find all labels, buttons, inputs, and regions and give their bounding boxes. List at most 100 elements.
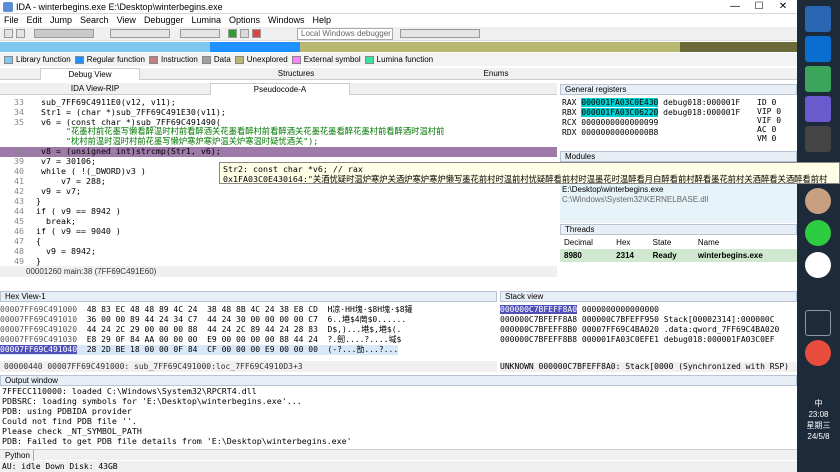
taskbar: 中 23:08 星期三 24/5/8 (797, 0, 840, 472)
flag-row[interactable]: VM 0 (757, 134, 776, 144)
taskbar-app-icon[interactable] (805, 36, 831, 62)
register-row[interactable]: RDX 00000000000000B8 (562, 128, 663, 138)
legend-item: External symbol (291, 55, 361, 64)
register-row[interactable]: RCX 0000000000000099 (562, 118, 663, 128)
toolbar: Local Windows debugger (0, 27, 797, 41)
back-forward-icons[interactable] (34, 29, 94, 38)
navigation-band[interactable] (0, 42, 797, 52)
tray-icon[interactable] (805, 310, 831, 336)
register-row[interactable]: RBX 000001FA03C06220 debug018:000001F (562, 108, 740, 118)
module-item[interactable]: C:\Windows\System32\KERNELBASE.dll (562, 195, 708, 205)
hex-row[interactable]: 00007FF69C491030 E8 29 0F 84 AA 00 00 00… (0, 335, 401, 345)
hover-tooltip: Str2: const char *v6; // rax 0x1FA03C0E4… (219, 162, 840, 184)
clock-time: 23:08 (808, 410, 829, 419)
clock-date: 24/5/8 (807, 432, 830, 441)
output-window[interactable]: 7FFECC110000: loaded C:\Windows\System32… (0, 387, 797, 448)
tab-debug-view[interactable]: Debug View (40, 68, 140, 80)
play-icon[interactable] (228, 29, 237, 38)
hex-row-current[interactable]: 00007FF69C491040 28 2D BE 18 00 00 0F 84… (0, 345, 399, 355)
clock-day: 星期三 (806, 421, 831, 430)
python-input-row[interactable]: Python (0, 449, 797, 461)
menu-lumina[interactable]: Lumina (187, 14, 225, 27)
threads-col-hex[interactable]: Hex (612, 236, 648, 249)
tab-structures[interactable]: Structures (246, 68, 346, 80)
threads-panel[interactable]: Decimal Hex State Name 8980 2314 Ready w… (560, 236, 797, 286)
hex-row[interactable]: 00007FF69C491020 44 24 2C 29 00 00 00 88… (0, 325, 401, 335)
registers-header[interactable]: General registers (560, 84, 797, 95)
threads-header[interactable]: Threads (560, 224, 797, 235)
clock[interactable]: 中 23:08 星期三 24/5/8 (797, 398, 840, 442)
search-tools-icons[interactable] (110, 29, 170, 38)
threads-col-decimal[interactable]: Decimal (560, 236, 612, 249)
stack-status: UNKNOWN 000000C7BFEFF8A0: Stack[0000 (Sy… (500, 362, 797, 372)
taskbar-app-icon[interactable] (805, 6, 831, 32)
view-tools-icons[interactable] (180, 29, 220, 38)
taskbar-app-icon[interactable] (805, 126, 831, 152)
stack-row[interactable]: 000000C7BFEFF8A0 0000000000000000 (500, 305, 664, 315)
step-icons[interactable] (400, 29, 480, 38)
output-header[interactable]: Output window (0, 375, 797, 386)
hex-row[interactable]: 00007FF69C491000 48 83 EC 48 48 89 4C 24… (0, 305, 413, 315)
menu-edit[interactable]: Edit (23, 14, 47, 27)
menu-file[interactable]: File (0, 14, 23, 27)
close-button[interactable]: ✕ (771, 0, 795, 14)
tray-icon[interactable] (805, 340, 831, 366)
threads-table: Decimal Hex State Name 8980 2314 Ready w… (560, 236, 797, 262)
stack-row[interactable]: 000000C7BFEFF8B0 00007FF69C4BA020 .data:… (500, 325, 779, 335)
menu-search[interactable]: Search (76, 14, 113, 27)
pseudocode-status: 00001260 main:38 (7FF69C491E60) (0, 266, 557, 277)
legend-item: Unexplored (234, 55, 288, 64)
menu-view[interactable]: View (113, 14, 140, 27)
legend-bar: Library function Regular function Instru… (0, 53, 797, 66)
legend-item: Library function (4, 55, 71, 64)
hex-row[interactable]: 00007FF69C491010 36 00 00 89 44 24 34 C7… (0, 315, 406, 325)
module-item[interactable]: E:\Desktop\winterbegins.exe (562, 185, 663, 195)
tooltip-line: 0x1FA03C0E430i64:"关酒忧疑时温炉寒炉关酒炉寒炉寒炉懒写墨花前村… (223, 174, 828, 184)
ime-indicator[interactable]: 中 (797, 398, 840, 409)
wechat-icon[interactable] (805, 220, 831, 246)
stack-row[interactable]: 000000C7BFEFF8A8 000000C7BFEFF950 Stack[… (500, 315, 775, 325)
menu-options[interactable]: Options (225, 14, 264, 27)
thread-row[interactable]: 8980 2314 Ready winterbegins.exe (560, 249, 797, 262)
code-tab-row: IDA View-RIP Pseudocode-A (0, 83, 557, 95)
stack-view-panel[interactable]: 000000C7BFEFF8A0 0000000000000000 000000… (500, 303, 797, 375)
open-icon[interactable] (4, 29, 13, 38)
modules-header[interactable]: Modules (560, 151, 797, 162)
python-button[interactable]: Python (2, 450, 34, 461)
taskbar-app-icon[interactable] (805, 96, 831, 122)
window-controls: — ☐ ✕ (723, 0, 795, 14)
stack-view-header[interactable]: Stack view (500, 291, 797, 302)
hex-status: 00000440 00007FF69C491000: sub_7FF69C491… (0, 361, 497, 372)
hex-view-header[interactable]: Hex View-1 (0, 291, 497, 302)
avatar[interactable] (805, 188, 831, 214)
code-line[interactable]: 49 } (0, 256, 41, 266)
tab-pseudocode-a[interactable]: Pseudocode-A (210, 83, 350, 95)
tooltip-line: Str2: const char *v6; // rax (223, 164, 363, 174)
debugger-select[interactable]: Local Windows debugger (297, 28, 393, 40)
taskbar-app-icon[interactable] (805, 66, 831, 92)
maximize-button[interactable]: ☐ (747, 0, 771, 14)
menu-help[interactable]: Help (309, 14, 336, 27)
menu-jump[interactable]: Jump (46, 14, 76, 27)
output-line: PDB: Failed to get PDB file details from… (2, 436, 352, 446)
stop-icon[interactable] (252, 29, 261, 38)
save-icon[interactable] (16, 29, 25, 38)
register-row[interactable]: RAX 000001FA03C0E430 debug018:000001F (562, 98, 740, 108)
stack-row[interactable]: 000000C7BFEFF8B8 000001FA03C0EFE1 debug0… (500, 335, 775, 345)
minimize-button[interactable]: — (723, 0, 747, 14)
taskbar-app-icon[interactable] (805, 252, 831, 278)
menu-debugger[interactable]: Debugger (140, 14, 188, 27)
title-bar: IDA - winterbegins.exe E:\Desktop\winter… (0, 0, 797, 14)
legend-item: Regular function (74, 55, 145, 64)
menu-bar: File Edit Jump Search View Debugger Lumi… (0, 14, 797, 27)
tab-ida-view-rip[interactable]: IDA View-RIP (40, 83, 150, 95)
menu-windows[interactable]: Windows (264, 14, 309, 27)
top-tab-row: Debug View Structures Enums (0, 68, 797, 80)
threads-col-name[interactable]: Name (694, 236, 797, 249)
tab-enums[interactable]: Enums (446, 68, 546, 80)
window-title: IDA - winterbegins.exe E:\Desktop\winter… (16, 2, 223, 12)
legend-item: Data (201, 55, 231, 64)
pause-icon[interactable] (240, 29, 249, 38)
registers-panel[interactable]: RAX 000001FA03C0E430 debug018:000001F RB… (560, 96, 797, 150)
threads-col-state[interactable]: State (649, 236, 694, 249)
